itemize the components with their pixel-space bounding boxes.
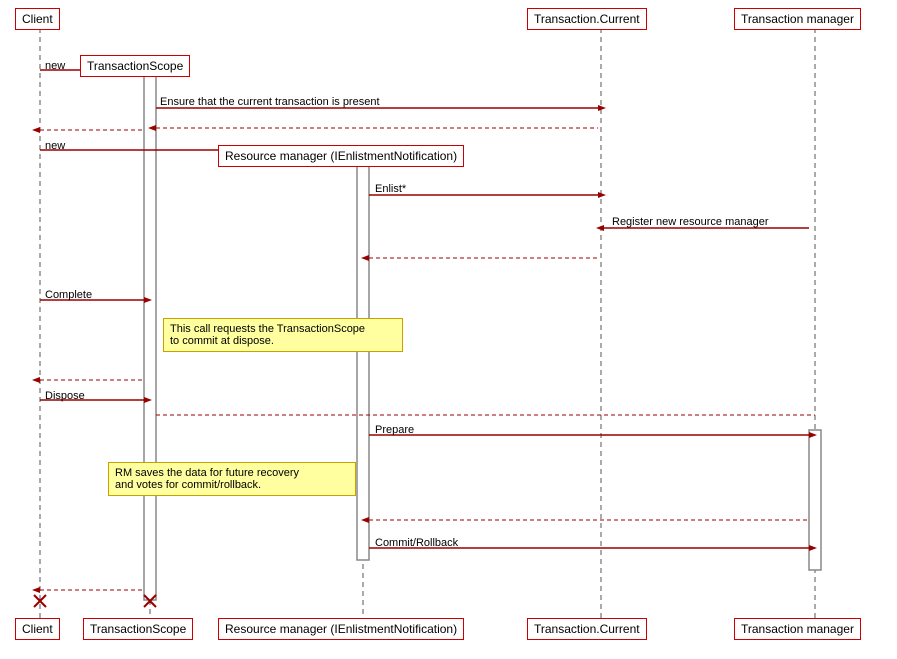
lifeline-txmanager-bottom: Transaction manager bbox=[734, 618, 861, 640]
note-rm-saves: RM saves the data for future recovery an… bbox=[108, 462, 356, 496]
msg-ensure: Ensure that the current transaction is p… bbox=[160, 96, 380, 108]
sequence-diagram-svg bbox=[0, 0, 897, 659]
lifeline-txcurrent-bottom: Transaction.Current bbox=[527, 618, 647, 640]
lifeline-client-top: Client bbox=[15, 8, 60, 30]
lifeline-txscope-bottom: TransactionScope bbox=[83, 618, 193, 640]
msg-dispose: Dispose bbox=[45, 390, 85, 402]
lifeline-client-bottom: Client bbox=[15, 618, 60, 640]
msg-commit: Commit/Rollback bbox=[375, 537, 458, 549]
lifeline-txscope-top: TransactionScope bbox=[80, 55, 190, 77]
msg-prepare: Prepare bbox=[375, 424, 414, 436]
msg-register: Register new resource manager bbox=[612, 216, 769, 228]
diagram-container: Client TransactionScope Resource manager… bbox=[0, 0, 897, 659]
lifeline-txcurrent-top: Transaction.Current bbox=[527, 8, 647, 30]
msg-complete: Complete bbox=[45, 289, 92, 301]
lifeline-resmgr-bottom: Resource manager (IEnlistmentNotificatio… bbox=[218, 618, 464, 640]
note-commit-dispose: This call requests the TransactionScope … bbox=[163, 318, 403, 352]
msg-new-2: new bbox=[45, 140, 65, 152]
lifeline-resmgr-top: Resource manager (IEnlistmentNotificatio… bbox=[218, 145, 464, 167]
lifeline-txmanager-top: Transaction manager bbox=[734, 8, 861, 30]
msg-enlist: Enlist* bbox=[375, 183, 406, 195]
msg-new-1: new bbox=[45, 60, 65, 72]
